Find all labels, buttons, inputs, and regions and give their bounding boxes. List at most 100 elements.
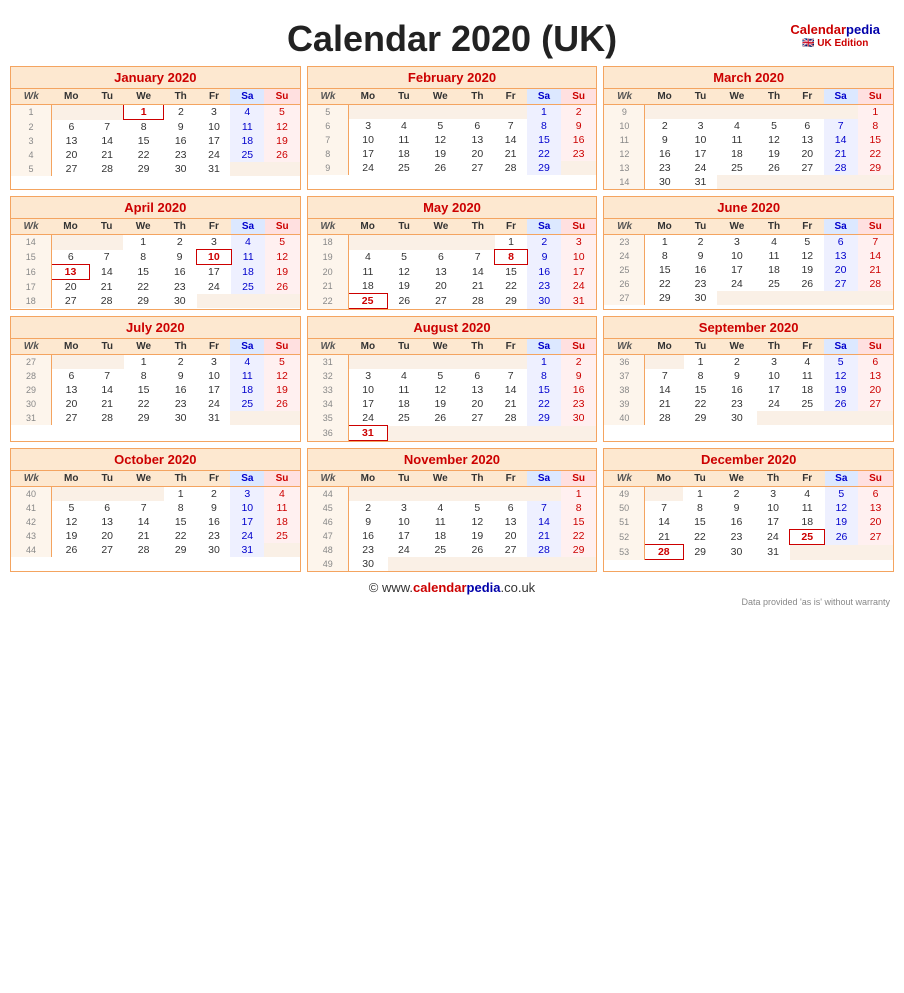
day-cell: 15	[645, 263, 684, 277]
day-cell: 4	[790, 487, 825, 502]
day-cell: 20	[858, 383, 893, 397]
week-num: 1	[11, 105, 52, 120]
day-cell: 4	[264, 487, 299, 502]
day-cell: 12	[420, 133, 460, 147]
day-cell: 3	[757, 355, 791, 370]
day-cell: 20	[494, 529, 527, 543]
day-cell	[387, 235, 421, 250]
day-cell: 29	[684, 411, 717, 425]
day-cell: 21	[527, 529, 561, 543]
day-cell: 28	[124, 543, 164, 557]
day-cell	[561, 426, 596, 441]
day-cell: 15	[683, 515, 716, 530]
day-cell: 12	[52, 515, 91, 529]
day-cell: 14	[824, 133, 858, 147]
day-cell	[527, 557, 561, 571]
day-cell: 20	[51, 280, 90, 295]
day-cell: 28	[858, 277, 893, 291]
day-cell: 15	[164, 515, 198, 529]
day-cell: 3	[198, 355, 231, 370]
day-cell	[757, 105, 791, 120]
month-title-9: September 2020	[604, 317, 893, 339]
day-cell: 10	[757, 369, 791, 383]
day-cell	[644, 487, 683, 502]
day-cell: 10	[717, 249, 757, 263]
week-num: 5	[11, 162, 52, 176]
day-cell	[348, 105, 387, 120]
week-num: 40	[604, 411, 645, 425]
day-cell: 18	[790, 515, 825, 530]
day-cell: 7	[124, 501, 164, 515]
day-cell	[460, 487, 494, 502]
day-cell: 19	[825, 515, 859, 530]
day-cell: 3	[197, 235, 232, 250]
day-cell	[757, 175, 791, 189]
day-cell: 11	[264, 501, 299, 515]
day-cell	[561, 557, 596, 571]
day-cell: 19	[757, 147, 791, 161]
day-cell: 24	[198, 397, 231, 411]
day-cell: 19	[420, 147, 460, 161]
day-cell: 6	[52, 120, 91, 135]
day-cell: 8	[527, 119, 561, 133]
day-cell: 30	[163, 294, 197, 308]
week-num: 38	[604, 383, 645, 397]
week-num: 36	[308, 426, 349, 441]
week-num: 4	[11, 148, 52, 162]
day-cell: 5	[52, 501, 91, 515]
day-cell: 9	[348, 515, 387, 529]
day-cell	[388, 105, 421, 120]
day-cell: 23	[164, 148, 198, 162]
day-cell: 22	[645, 277, 684, 291]
day-cell: 10	[197, 250, 232, 265]
day-cell	[527, 426, 561, 441]
day-cell: 23	[684, 277, 717, 291]
day-cell: 26	[52, 543, 91, 557]
day-cell	[90, 235, 123, 250]
day-cell: 8	[858, 119, 893, 133]
day-cell: 30	[348, 557, 387, 571]
day-cell: 27	[858, 397, 893, 411]
week-num: 51	[604, 515, 644, 530]
day-cell	[348, 355, 387, 370]
day-cell: 3	[348, 119, 387, 133]
day-cell: 2	[164, 105, 198, 120]
day-cell: 5	[824, 355, 858, 370]
day-cell: 29	[561, 543, 596, 557]
day-cell	[791, 175, 824, 189]
day-cell: 6	[460, 369, 494, 383]
day-cell: 20	[460, 397, 494, 411]
day-cell: 9	[527, 250, 561, 265]
day-cell	[494, 105, 527, 120]
day-cell	[791, 291, 824, 305]
day-cell: 16	[527, 265, 561, 280]
week-num: 42	[11, 515, 52, 529]
day-cell	[265, 294, 300, 308]
day-cell: 22	[124, 397, 164, 411]
day-cell: 7	[644, 501, 683, 515]
day-cell: 16	[163, 265, 197, 280]
day-cell: 23	[164, 397, 198, 411]
day-cell: 5	[420, 119, 460, 133]
day-cell: 25	[757, 277, 791, 291]
day-cell: 3	[717, 235, 757, 250]
day-cell	[230, 411, 264, 425]
day-cell: 4	[388, 119, 421, 133]
day-cell: 24	[230, 529, 264, 543]
day-cell: 11	[388, 133, 421, 147]
day-cell: 31	[198, 411, 231, 425]
day-cell: 18	[388, 397, 421, 411]
day-cell: 26	[420, 411, 460, 426]
day-cell: 23	[561, 397, 596, 411]
month-title-12: December 2020	[604, 449, 893, 471]
day-cell: 14	[527, 515, 561, 529]
day-cell: 21	[494, 397, 527, 411]
day-cell: 9	[198, 501, 231, 515]
day-cell: 24	[388, 543, 421, 557]
day-cell: 5	[264, 105, 299, 120]
day-cell: 13	[791, 133, 824, 147]
day-cell: 28	[461, 294, 495, 309]
month-1: January 2020WkMoTuWeThFrSaSu112345267891…	[10, 66, 301, 190]
day-cell: 14	[644, 515, 683, 530]
day-cell	[527, 487, 561, 502]
